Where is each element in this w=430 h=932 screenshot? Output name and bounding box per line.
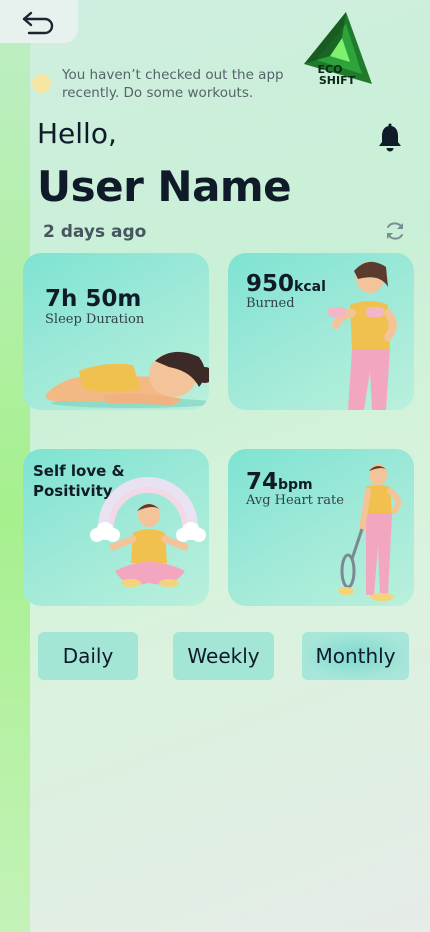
bell-icon [379,123,401,152]
heart-rate-card[interactable]: 74bpm Avg Heart rate [228,449,414,606]
tab-weekly[interactable]: Weekly [173,632,274,680]
greeting: Hello, [37,117,117,150]
notice-dot-icon [32,74,51,93]
notice-text: You haven’t checked out the app recently… [62,67,284,101]
self-love-card[interactable]: Self love & Positivity [23,449,209,606]
back-arrow-icon [22,11,54,34]
meditation-rainbow-illustration [90,477,206,587]
dumbbell-person-illustration [328,261,397,410]
user-name: User Name [37,162,292,211]
refresh-icon [387,222,403,240]
tab-daily[interactable]: Daily [38,632,138,680]
sleeping-person-illustration [45,351,209,408]
last-active-label: 2 days ago [43,222,147,242]
back-button[interactable] [0,0,78,43]
tab-monthly[interactable]: Monthly [302,632,409,680]
calories-card[interactable]: 950kcal Burned [228,253,414,410]
sleep-card[interactable]: 7h 50m Sleep Duration [23,253,209,410]
tennis-person-illustration [338,464,402,601]
inactivity-notice: You haven’t checked out the app recently… [32,66,302,102]
logo-text-shift: SHIFT [318,74,356,87]
